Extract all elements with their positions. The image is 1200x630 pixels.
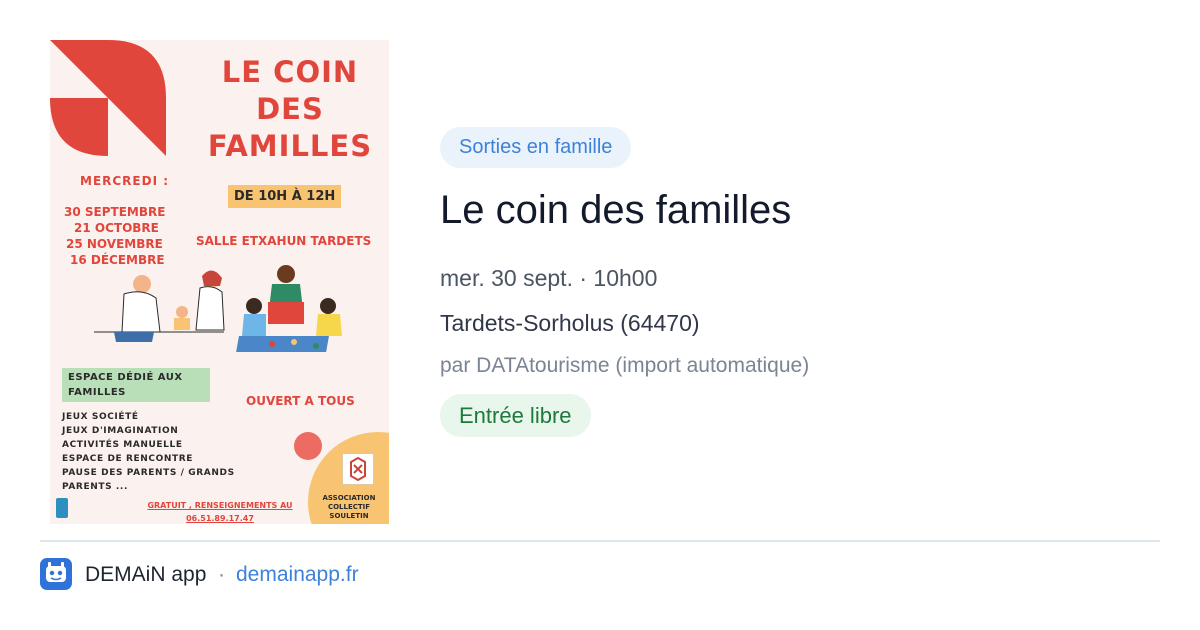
caf-logo-icon	[56, 498, 68, 518]
footer-app-name: DEMAiN app	[85, 563, 207, 586]
event-organizer: par DATAtourisme (import automatique)	[440, 354, 810, 377]
poster-day-label: MERCREDI :	[80, 174, 170, 188]
poster-title: LE COIN DES FAMILLES	[207, 55, 373, 163]
poster-open-text: OUVERT A TOUS	[246, 394, 355, 408]
poster-association: ASSOCIATION COLLECTIF SOULETIN	[322, 494, 376, 520]
price-badge: Entrée libre	[440, 394, 591, 437]
footer-separator: ·	[218, 563, 225, 586]
demain-app-icon	[40, 558, 72, 590]
footer-divider	[40, 540, 1160, 542]
event-location: Tardets-Sorholus (64470)	[440, 310, 700, 336]
poster-space-label: ESPACE DÉDIÉ AUX FAMILLES	[62, 368, 210, 402]
poster-dates: 30 SEPTEMBRE 21 OCTOBRE 25 NOVEMBRE 16 D…	[64, 205, 166, 267]
event-datetime: mer. 30 sept. · 10h00	[440, 265, 658, 291]
category-tag[interactable]: Sorties en famille	[440, 127, 632, 168]
poster-hours: DE 10H À 12H	[228, 185, 342, 208]
association-logo-icon	[342, 453, 374, 485]
footer-url-link[interactable]: demainapp.fr	[236, 561, 359, 589]
poster-circle-shape	[294, 432, 322, 460]
event-poster-image: LE COIN DES FAMILLES MERCREDI : 30 SEPTE…	[50, 40, 389, 524]
pinwheel-logo-icon	[50, 40, 166, 156]
poster-info: GRATUIT , RENSEIGNEMENTS AU 06.51.89.17.…	[147, 501, 293, 523]
families-illustration	[94, 265, 342, 352]
poster-activities: JEUX SOCIÉTÉ JEUX D'IMAGINATION ACTIVITÉ…	[62, 412, 235, 492]
poster-venue: SALLE ETXAHUN TARDETS	[196, 234, 372, 248]
event-title: Le coin des familles	[440, 188, 792, 232]
